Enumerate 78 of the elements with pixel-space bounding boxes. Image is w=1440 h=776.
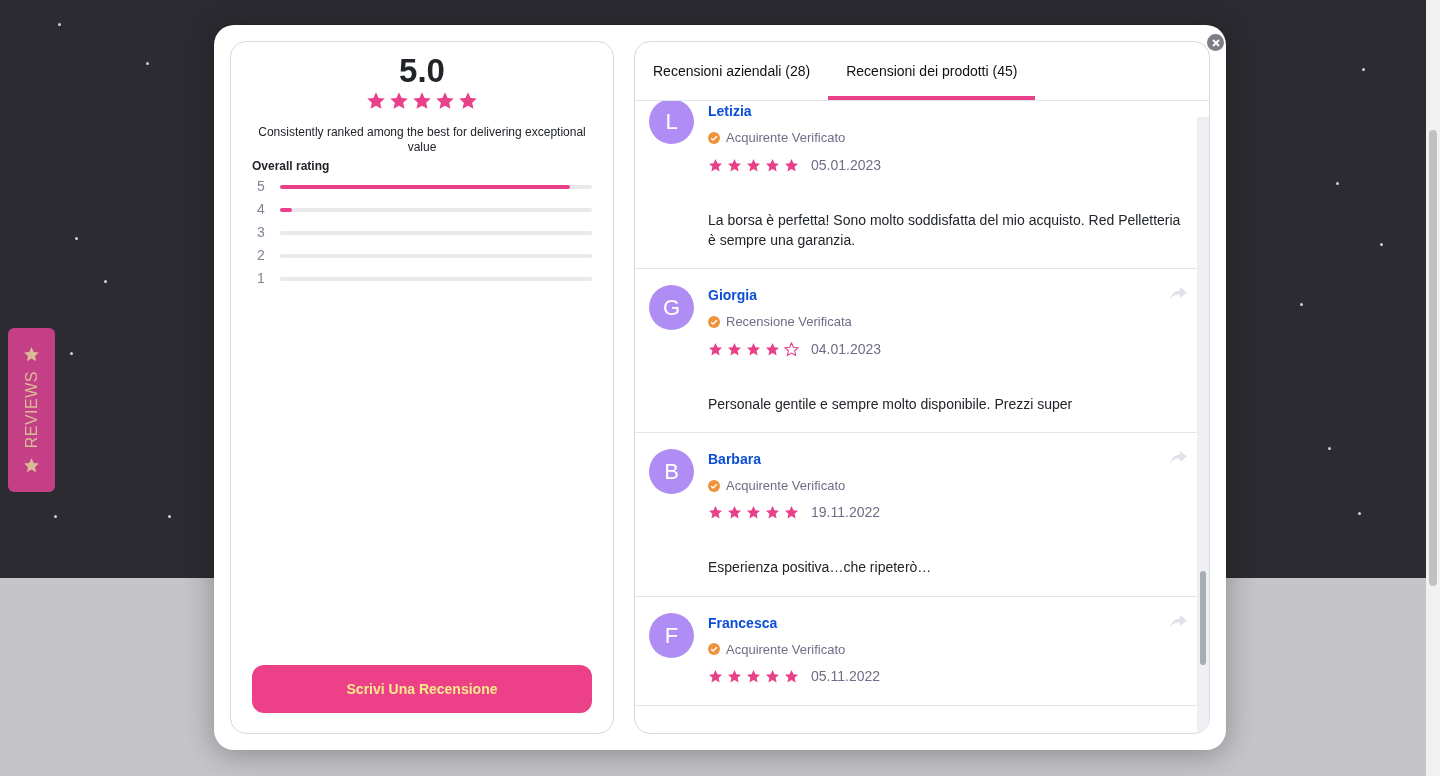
star-icon <box>389 91 409 111</box>
rating-label: 1 <box>256 269 266 288</box>
share-arrow-icon <box>1170 287 1187 301</box>
review-text: Esperienza positiva…che ripeterò… <box>708 558 933 578</box>
review-text: Personale gentile e sempre molto disponibile. Prezzi super <box>708 394 1074 414</box>
reviewer-name: Giorgia <box>708 286 757 306</box>
verified-label: Acquirente Verificato <box>726 476 846 495</box>
review-date: 19.11.2022 <box>811 503 881 523</box>
avatar: F <box>649 612 694 658</box>
tagline-text: Consistently ranked among the best for delivering exceptional value <box>257 125 587 155</box>
sparkle-icon <box>1358 512 1361 515</box>
star-icon <box>708 669 723 685</box>
avatar: B <box>649 448 694 494</box>
star-icon <box>708 341 723 357</box>
sparkle-icon <box>1380 243 1383 246</box>
star-icon <box>784 669 799 685</box>
review-date: 05.11.2022 <box>811 667 881 687</box>
verified-check-icon <box>708 315 720 328</box>
sparkle-icon <box>58 23 61 26</box>
sparkle-icon <box>70 352 73 355</box>
star-icon <box>412 91 432 111</box>
star-icon <box>727 157 742 173</box>
star-icon <box>784 157 799 173</box>
rating-label: 4 <box>256 200 266 219</box>
review-tab[interactable]: Recensioni aziendali (28) <box>635 61 829 100</box>
verified-label: Acquirente Verificato <box>726 129 846 147</box>
star-icon <box>458 91 478 111</box>
star-icon <box>765 341 780 357</box>
sparkle-icon <box>1328 447 1331 450</box>
review-tab[interactable]: Recensioni dei prodotti (45) <box>828 61 1036 100</box>
sparkle-icon <box>75 237 78 240</box>
share-arrow-icon <box>1170 614 1187 628</box>
star-icon <box>23 456 40 474</box>
avatar: G <box>649 285 694 331</box>
star-icon <box>765 157 780 173</box>
breakdown-title: Overall rating <box>252 158 331 175</box>
review-date: 04.01.2023 <box>811 339 882 359</box>
reviewer-name: Francesca <box>708 613 778 633</box>
star-icon <box>727 669 742 685</box>
share-arrow-icon <box>1170 451 1187 465</box>
verified-check-icon <box>708 131 720 144</box>
sparkle-icon <box>104 280 107 283</box>
star-icon <box>708 505 723 521</box>
verified-label: Recensione Verificata <box>726 313 852 332</box>
reviewer-name: Barbara <box>708 449 761 469</box>
reviewer-name: Letizia <box>708 102 752 121</box>
verified-label: Acquirente Verificato <box>726 640 846 659</box>
star-icon <box>746 669 761 685</box>
average-score: 5.0 <box>398 54 446 87</box>
sparkle-icon <box>168 515 171 518</box>
sparkle-icon <box>1336 182 1339 185</box>
rating-label: 5 <box>256 177 266 196</box>
review-date: 05.01.2023 <box>811 155 882 175</box>
sparkle-icon <box>1362 68 1365 71</box>
star-icon <box>23 346 40 364</box>
star-icon <box>784 505 799 521</box>
avatar: L <box>649 101 694 144</box>
empty-star-icon <box>784 341 799 357</box>
star-icon <box>746 505 761 521</box>
verified-check-icon <box>708 479 720 492</box>
star-icon <box>746 341 761 357</box>
sparkle-icon <box>54 515 57 518</box>
star-icon <box>435 91 455 111</box>
sparkle-icon <box>1300 303 1303 306</box>
star-icon <box>727 341 742 357</box>
star-icon <box>727 505 742 521</box>
close-icon <box>1211 38 1220 47</box>
star-icon <box>765 505 780 521</box>
verified-check-icon <box>708 643 720 656</box>
rating-label: 2 <box>256 246 266 265</box>
star-icon <box>708 157 723 173</box>
star-icon <box>366 91 386 111</box>
star-icon <box>765 669 780 685</box>
close-button[interactable] <box>1207 34 1224 51</box>
review-text: La borsa è perfetta! Sono molto soddisfatta del mio acquisto. Red Pelletteria è sempre una garanzia. <box>708 210 1182 250</box>
star-icon <box>746 157 761 173</box>
sparkle-icon <box>146 62 149 65</box>
rating-label: 3 <box>256 223 266 242</box>
